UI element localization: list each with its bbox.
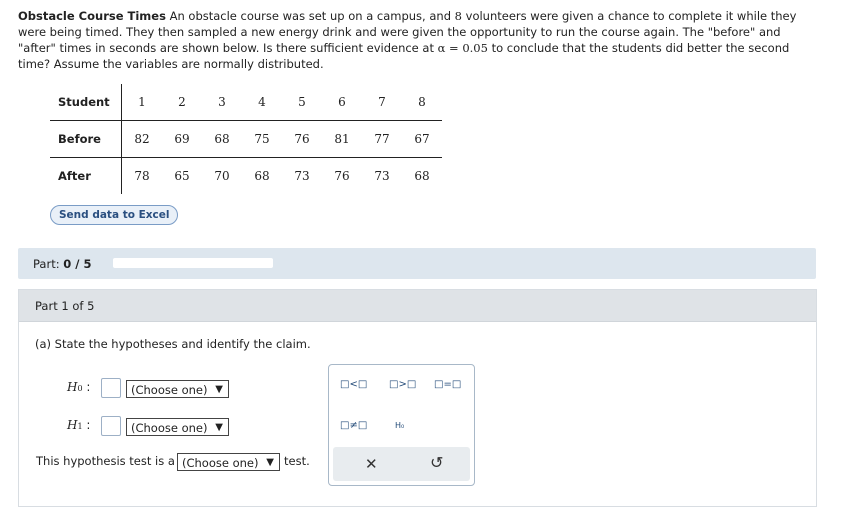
- clear-icon[interactable]: ✕: [365, 455, 378, 473]
- problem-text-a: An obstacle course was set up on a campu…: [169, 9, 451, 23]
- h1-answer-box[interactable]: [101, 416, 121, 436]
- student-cell: 7: [362, 84, 402, 121]
- problem-title: Obstacle Course Times: [18, 9, 166, 23]
- before-header: Before: [50, 120, 122, 158]
- before-cell: 82: [121, 120, 162, 158]
- test-type-line: This hypothesis test is a: [36, 454, 175, 468]
- after-row: After 78 65 70 68 73 76 73 68: [50, 157, 442, 194]
- chevron-down-icon: ▼: [215, 384, 223, 395]
- after-cell: 65: [174, 169, 190, 183]
- test-type-prefix: This hypothesis test is a: [36, 454, 175, 468]
- before-cell: 75: [242, 120, 282, 158]
- alpha-value: α = 0.05: [437, 41, 488, 55]
- part-header-label: Part 1 of 5: [35, 299, 95, 313]
- h0-symbol-button[interactable]: H₀: [395, 421, 404, 430]
- h0-row: H0 :: [67, 380, 91, 394]
- progress-text: Part:: [33, 257, 60, 271]
- test-type-select[interactable]: (Choose one) ▼: [177, 453, 280, 471]
- volunteer-count: 8: [454, 9, 462, 23]
- test-type-suffix: test.: [284, 454, 310, 468]
- palette-actions: ✕ ↺: [333, 447, 470, 481]
- before-row: Before 82 69 68 75 76 81 77 67: [50, 120, 442, 158]
- part-header: Part 1 of 5: [19, 290, 816, 322]
- student-cell: 2: [162, 84, 202, 121]
- after-cell: 73: [374, 169, 390, 183]
- before-cell: 81: [322, 120, 362, 158]
- student-cell: 3: [202, 84, 242, 121]
- h0-answer-box[interactable]: [101, 378, 121, 398]
- after-cell: 70: [214, 169, 230, 183]
- progress-value: 0 / 5: [63, 257, 92, 271]
- before-cell: 76: [282, 120, 322, 158]
- h1-label: H1: [67, 418, 83, 432]
- student-row: Student 1 2 3 4 5 6 7 8: [50, 84, 442, 121]
- equals-button[interactable]: □=□: [434, 379, 461, 390]
- after-cell: 76: [334, 169, 350, 183]
- after-header: After: [50, 157, 122, 194]
- h0-claim-select[interactable]: (Choose one) ▼: [126, 380, 229, 398]
- after-cell: 78: [134, 169, 150, 183]
- chevron-down-icon: ▼: [215, 422, 223, 433]
- student-header: Student: [50, 84, 122, 121]
- before-cell: 77: [362, 120, 402, 158]
- symbol-palette: □<□ □>□ □=□ □≠□ H₀ ✕ ↺: [328, 364, 475, 486]
- send-to-excel-button[interactable]: Send data to Excel: [50, 205, 179, 225]
- before-cell: 68: [202, 120, 242, 158]
- progress-label: Part: 0 / 5: [33, 257, 91, 271]
- question-text: (a) State the hypotheses and identify th…: [35, 337, 311, 351]
- chevron-down-icon: ▼: [266, 457, 274, 468]
- times-table: Student 1 2 3 4 5 6 7 8 Before 82 69 68 …: [50, 84, 442, 194]
- after-cell: 73: [294, 169, 310, 183]
- not-equal-button[interactable]: □≠□: [340, 420, 367, 431]
- greater-than-button[interactable]: □>□: [389, 379, 416, 390]
- h0-label: H0: [67, 380, 83, 394]
- undo-icon[interactable]: ↺: [430, 453, 443, 472]
- part-progress-bar: Part: 0 / 5: [18, 248, 816, 279]
- student-cell: 5: [282, 84, 322, 121]
- after-cell: 68: [414, 169, 430, 183]
- student-cell: 8: [402, 84, 442, 121]
- student-cell: 1: [121, 84, 162, 121]
- progress-track: [113, 258, 273, 268]
- h1-claim-select[interactable]: (Choose one) ▼: [126, 418, 229, 436]
- after-cell: 68: [254, 169, 270, 183]
- h1-row: H1 :: [67, 418, 91, 432]
- student-cell: 6: [322, 84, 362, 121]
- less-than-button[interactable]: □<□: [340, 379, 367, 390]
- problem-statement: Obstacle Course Times An obstacle course…: [18, 8, 818, 72]
- before-cell: 67: [402, 120, 442, 158]
- student-cell: 4: [242, 84, 282, 121]
- before-cell: 69: [162, 120, 202, 158]
